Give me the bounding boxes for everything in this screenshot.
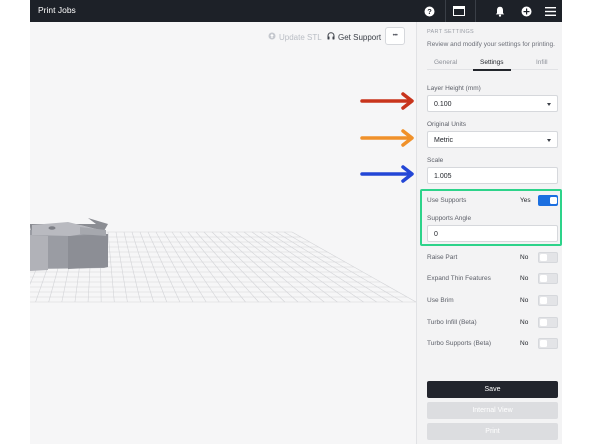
chevron-down-icon (547, 103, 551, 106)
turbo-infill-label: Turbo Infill (Beta) (427, 319, 477, 326)
use-supports-value: Yes (520, 197, 531, 204)
scale-value: 1.005 (434, 173, 452, 180)
turbo-supports-value: No (520, 340, 529, 347)
use-supports-label: Use Supports (427, 197, 467, 204)
topbar-divider (475, 0, 476, 22)
chevron-down-icon (547, 139, 551, 142)
scale-label: Scale (427, 157, 444, 164)
build-plate-scene (30, 218, 416, 303)
part-model (30, 218, 108, 271)
turbo-supports-label: Turbo Supports (Beta) (427, 340, 492, 347)
raise-part-toggle[interactable] (538, 252, 558, 263)
raise-part-row: Raise Part No (427, 252, 558, 264)
help-icon[interactable]: ? (418, 0, 440, 22)
menu-icon[interactable] (539, 0, 561, 22)
use-supports-row: Use Supports Yes (427, 195, 558, 207)
scale-input[interactable]: 1.005 (427, 167, 558, 184)
panel-heading: PART SETTINGS (427, 29, 474, 35)
window-icon[interactable] (448, 0, 470, 22)
layer-height-value: 0.100 (434, 101, 452, 108)
turbo-supports-toggle[interactable] (538, 338, 558, 349)
internal-view-button[interactable]: Internal View (427, 402, 558, 419)
raise-part-label: Raise Part (427, 254, 458, 261)
app-window: Print Jobs ? Update STL Get Support ••• … (30, 0, 562, 444)
top-bar: Print Jobs ? (30, 0, 562, 22)
model-viewport[interactable]: Update STL Get Support ••• (30, 22, 416, 444)
expand-thin-features-row: Expand Thin Features No (427, 273, 558, 285)
use-brim-toggle[interactable] (538, 295, 558, 306)
svg-text:?: ? (427, 7, 432, 16)
turbo-infill-row: Turbo Infill (Beta) No (427, 317, 558, 329)
print-button[interactable]: Print (427, 423, 558, 440)
layer-height-select[interactable]: 0.100 (427, 95, 558, 112)
app-title: Print Jobs (38, 5, 76, 15)
topbar-divider (445, 0, 446, 22)
original-units-value: Metric (434, 137, 454, 144)
supports-angle-label: Supports Angle (427, 215, 472, 222)
raise-part-value: No (520, 254, 529, 261)
tab-general[interactable]: General (434, 59, 457, 66)
use-brim-value: No (520, 297, 529, 304)
use-supports-toggle[interactable] (538, 195, 558, 206)
use-brim-label: Use Brim (427, 297, 454, 304)
tab-settings[interactable]: Settings (480, 59, 504, 66)
expand-thin-features-toggle[interactable] (538, 273, 558, 284)
settings-tabs: General Settings Infill (427, 56, 558, 71)
supports-angle-value: 0 (434, 231, 438, 238)
tab-infill[interactable]: Infill (536, 59, 548, 66)
expand-thin-features-value: No (520, 275, 529, 282)
layer-height-label: Layer Height (mm) (427, 85, 481, 92)
bell-icon[interactable] (489, 0, 511, 22)
plus-icon[interactable] (515, 0, 537, 22)
panel-description: Review and modify your settings for prin… (427, 41, 555, 48)
use-brim-row: Use Brim No (427, 295, 558, 307)
part-settings-panel: PART SETTINGS Review and modify your set… (416, 22, 562, 444)
turbo-infill-value: No (520, 319, 529, 326)
turbo-infill-toggle[interactable] (538, 317, 558, 328)
original-units-label: Original Units (427, 121, 467, 128)
active-tab-indicator (473, 69, 511, 71)
save-button[interactable]: Save (427, 381, 558, 398)
original-units-select[interactable]: Metric (427, 131, 558, 148)
turbo-supports-row: Turbo Supports (Beta) No (427, 338, 558, 350)
supports-angle-input[interactable]: 0 (427, 225, 558, 242)
expand-thin-features-label: Expand Thin Features (427, 275, 491, 282)
